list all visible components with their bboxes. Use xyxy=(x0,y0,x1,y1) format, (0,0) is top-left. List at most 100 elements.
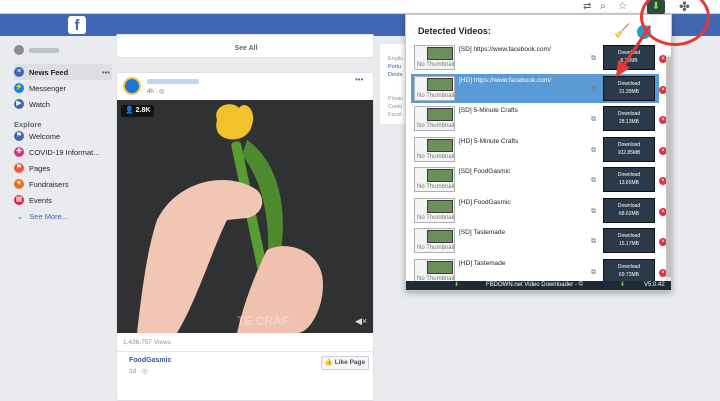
facebook-logo[interactable]: f xyxy=(68,16,86,34)
sidebar-item-fundraisers[interactable]: ♥ Fundraisers xyxy=(14,176,112,192)
copy-link-icon[interactable]: ⧉ xyxy=(591,147,596,155)
no-thumbnail-label: No Thumbnail xyxy=(417,245,455,251)
video-title: [HD] FoodGasmic xyxy=(459,198,511,206)
page-avatar[interactable] xyxy=(123,77,141,95)
no-thumbnail-label: No Thumbnail xyxy=(417,123,455,129)
sidebar-item-covid[interactable]: ✚ COVID-19 Informat... xyxy=(14,144,112,160)
privacy-link[interactable]: Privac xyxy=(388,96,403,102)
video-thumbnail: No Thumbnail xyxy=(414,197,455,223)
sidebar-item-watch[interactable]: ▶ Watch xyxy=(14,96,112,112)
scrollbar-thumb[interactable] xyxy=(666,57,671,277)
no-thumbnail-label: No Thumbnail xyxy=(417,214,455,221)
copy-link-icon[interactable]: ⧉ xyxy=(591,208,596,216)
download-button[interactable]: Download 13.65MB xyxy=(603,167,655,192)
download-label: Download xyxy=(617,141,641,148)
sidebar-item-news-feed[interactable]: ≡ News Feed ••• xyxy=(14,64,112,80)
footer-text: FBDOWN.net Video Downloader - © xyxy=(486,282,584,288)
download-button[interactable]: Download 69.73MB xyxy=(603,258,655,284)
video-thumbnail: No Thumbnail xyxy=(414,167,455,192)
lang-english[interactable]: Englis xyxy=(388,56,403,62)
mute-icon[interactable]: ◀× xyxy=(355,316,367,327)
video-row[interactable]: No Thumbnail [SD] FoodGasmic ⧉ Download 13.6… xyxy=(411,165,667,194)
download-button[interactable]: Download 102.85MB xyxy=(603,136,655,162)
video-row[interactable]: No Thumbnail [SD] Tastemade ⧉ Download 15.17… xyxy=(411,226,667,255)
download-button[interactable]: Download 68.62MB xyxy=(603,197,655,223)
video-thumbnail: No Thumbnail xyxy=(414,258,455,284)
copy-link-icon[interactable]: ⧉ xyxy=(591,238,596,246)
video-title: [HD] https://www.facebook.com/ xyxy=(459,76,552,84)
video-row[interactable]: No Thumbnail [HD] 5-Minute Crafts ⧉ Downloa… xyxy=(411,135,667,164)
video-title: [SD] FoodGasmic xyxy=(459,168,511,175)
video-thumbnail: No Thumbnail xyxy=(414,136,455,162)
see-all-link[interactable]: See All xyxy=(117,45,375,52)
copy-link-icon[interactable]: ⧉ xyxy=(591,86,596,94)
video-thumbnail: No Thumbnail xyxy=(414,45,455,70)
sidebar-item-messenger[interactable]: ⚡ Messenger xyxy=(14,80,112,96)
file-size: 68.62MB xyxy=(618,210,639,217)
download-label: Download xyxy=(617,111,641,117)
post-options-icon[interactable]: ••• xyxy=(355,75,363,84)
download-button[interactable]: Download 28.13MB xyxy=(603,106,655,131)
sidebar-item-label: Messenger xyxy=(29,83,67,93)
like-page-button[interactable]: 👍 Like Page xyxy=(321,356,369,370)
copy-link-icon[interactable]: ⧉ xyxy=(591,55,596,63)
video-title: [HD] Tastemade xyxy=(459,259,506,267)
view-count: 1,436,757 Views xyxy=(123,339,171,346)
file-size: 102.85MB xyxy=(617,149,641,156)
cookies-link[interactable]: Cooki xyxy=(388,104,402,110)
red-arrow xyxy=(616,25,652,77)
image-icon xyxy=(427,108,453,121)
page-link[interactable]: FoodGasmic xyxy=(129,357,171,364)
file-size: 28.13MB xyxy=(618,119,639,125)
messenger-icon: ⚡ xyxy=(14,83,24,93)
events-icon: ▦ xyxy=(14,195,24,205)
sidebar-item-events[interactable]: ▦ Events xyxy=(14,192,112,208)
sidebar-item-label: Watch xyxy=(29,99,50,109)
image-icon xyxy=(427,230,453,243)
star-icon[interactable]: ☆ xyxy=(618,1,627,12)
sidebar-item-welcome[interactable]: ⚑ Welcome xyxy=(14,128,112,144)
image-icon xyxy=(427,260,453,274)
video-post-card: 4h · ◎ ••• TE CRAF ◀× 👤 2.8K 1,436,757 V… xyxy=(116,72,374,401)
popup-title: Detected Videos: xyxy=(418,26,491,36)
image-icon xyxy=(427,199,453,213)
video-player[interactable]: TE CRAF ◀× xyxy=(117,100,373,333)
video-row[interactable]: No Thumbnail [SD] 5-Minute Crafts ⧉ Downloa… xyxy=(411,104,667,133)
fundraisers-icon: ♥ xyxy=(14,179,24,189)
video-frame xyxy=(117,100,373,333)
copy-link-icon[interactable]: ⧉ xyxy=(591,116,596,124)
browser-toolbar: ⇄ ⌕ ☆ xyxy=(0,0,720,14)
video-row[interactable]: No Thumbnail [HD] FoodGasmic ⧉ Download 68.6… xyxy=(411,196,667,225)
popup-footer: ⬇ FBDOWN.net Video Downloader - © ⬇ V5.0… xyxy=(406,281,671,290)
no-thumbnail-label: No Thumbnail xyxy=(417,62,455,68)
sidebar-item-pages[interactable]: ⚑ Pages xyxy=(14,160,112,176)
sidebar-item-label: Fundraisers xyxy=(29,179,69,189)
image-icon xyxy=(427,77,453,91)
scrollbar[interactable] xyxy=(666,55,671,285)
zoom-icon[interactable]: ⌕ xyxy=(600,1,606,12)
copy-link-icon[interactable]: ⧉ xyxy=(591,269,596,277)
profile-link[interactable] xyxy=(14,42,112,58)
see-more-link[interactable]: ⌄ See More... xyxy=(14,208,112,224)
download-label: Download xyxy=(617,233,641,239)
divider xyxy=(117,351,373,352)
pages-icon: ⚑ xyxy=(14,163,24,173)
profile-name-blurred xyxy=(29,47,59,53)
page-name-blurred[interactable] xyxy=(147,79,199,84)
sidebar-item-label: Pages xyxy=(29,163,51,173)
no-thumbnail-label: No Thumbnail xyxy=(417,184,455,190)
lang-portuguese[interactable]: Portu xyxy=(388,64,401,70)
person-icon: 👤 xyxy=(125,107,134,114)
download-button[interactable]: Download 15.17MB xyxy=(603,228,655,253)
video-thumbnail: No Thumbnail xyxy=(414,75,455,101)
download-label: Download xyxy=(617,263,641,270)
download-arrow-icon: ⬇ xyxy=(454,282,460,288)
file-size: 13.65MB xyxy=(618,180,639,186)
copy-link-icon[interactable]: ⧉ xyxy=(591,177,596,185)
translate-icon[interactable]: ⇄ xyxy=(583,1,591,12)
sidebar-item-label: COVID-19 Informat... xyxy=(29,147,100,157)
lang-deutsch[interactable]: Deuts xyxy=(388,72,402,78)
version-label: V5.0.42 xyxy=(644,282,665,288)
post-time[interactable]: 4h · ◎ xyxy=(147,88,164,95)
more-options-icon[interactable]: ••• xyxy=(102,68,110,77)
